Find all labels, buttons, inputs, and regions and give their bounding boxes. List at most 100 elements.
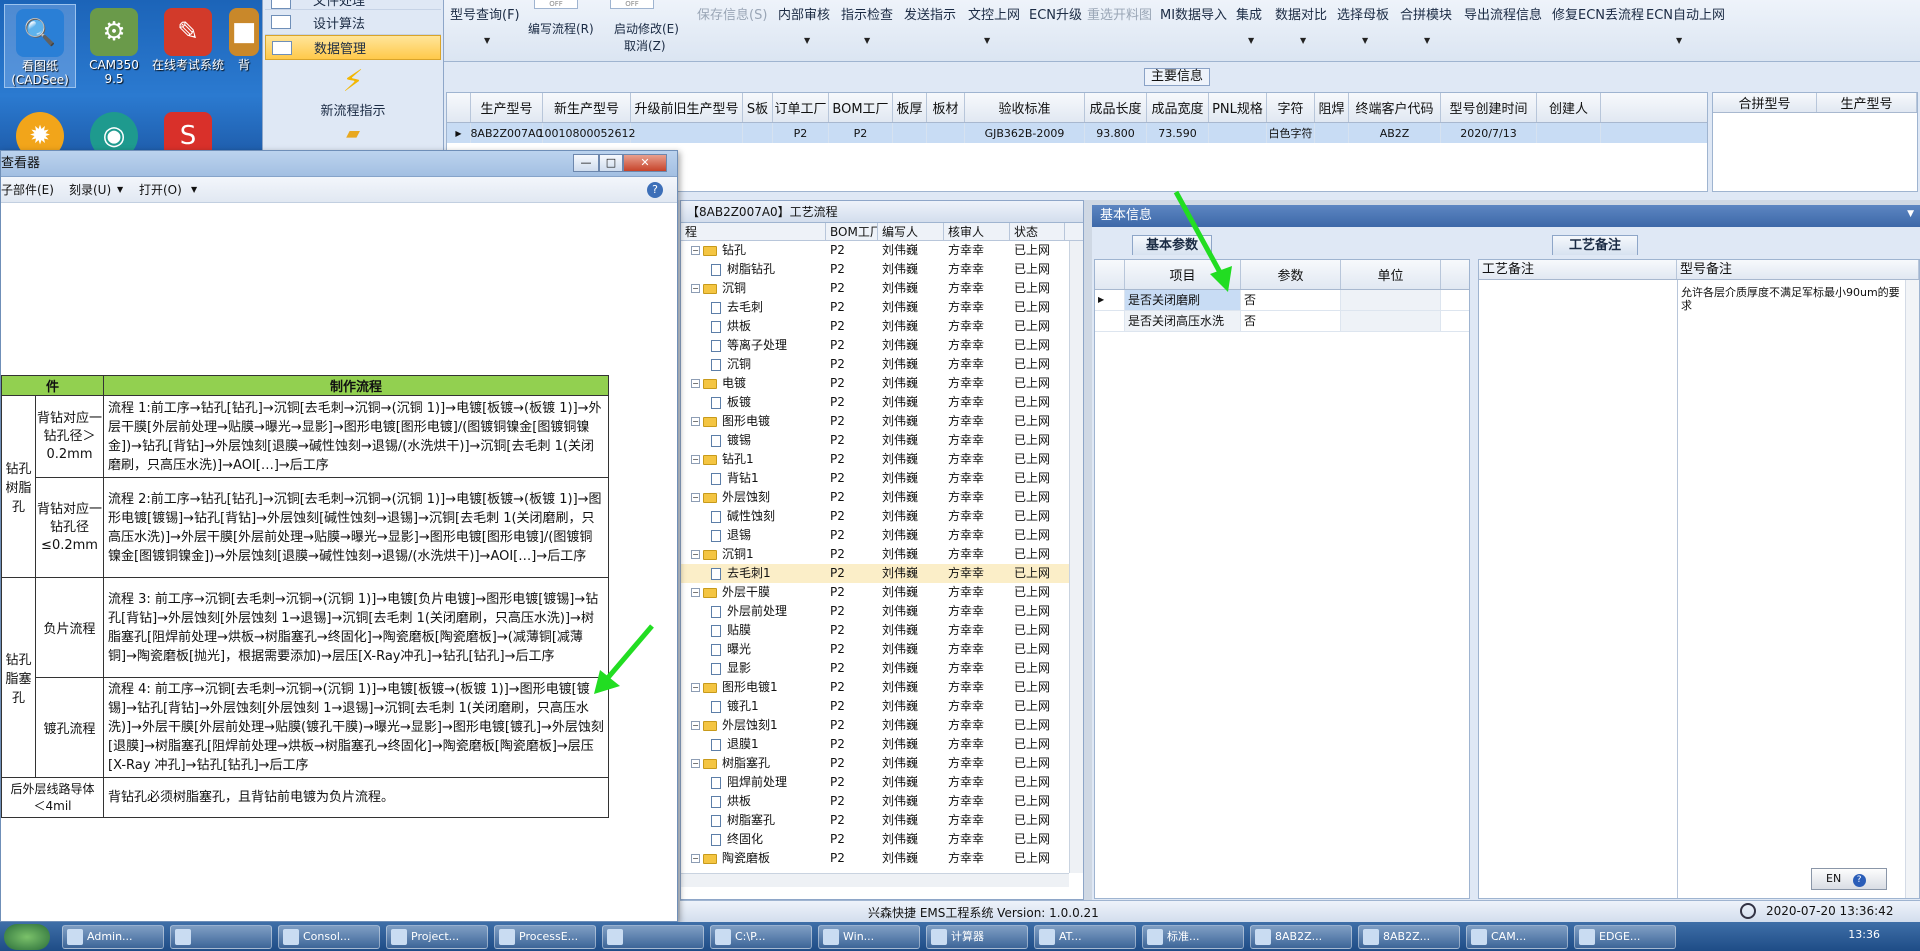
reviewer-cell[interactable]: 方幸幸 — [944, 735, 1010, 754]
process-row[interactable]: 碱性蚀刻 P2 刘伟巍 方幸幸 已上网 — [681, 507, 1083, 526]
taskbar-item[interactable]: 8AB2Z... — [1358, 925, 1460, 949]
writer-cell[interactable]: 刘伟巍 — [878, 735, 944, 754]
writer-cell[interactable]: 刘伟巍 — [878, 849, 944, 868]
writer-cell[interactable]: 刘伟巍 — [878, 754, 944, 773]
bom-cell[interactable]: P2 — [826, 469, 878, 488]
param-item[interactable]: 是否关闭高压水洗 — [1125, 311, 1241, 331]
status-cell[interactable]: 已上网 — [1010, 260, 1065, 279]
process-row[interactable]: − 陶瓷磨板 P2 刘伟巍 方幸幸 已上网 — [681, 849, 1083, 868]
process-row[interactable]: − 图形电镀1 P2 刘伟巍 方幸幸 已上网 — [681, 678, 1083, 697]
doc-online-button[interactable]: 文控上网 — [968, 4, 1020, 23]
status-cell[interactable]: 已上网 — [1010, 716, 1065, 735]
status-cell[interactable]: 已上网 — [1010, 355, 1065, 374]
tree-collapse-icon[interactable]: − — [691, 588, 700, 597]
model-remark-text[interactable]: 允许各层介质厚度不满足军标最小90um的要求 — [1681, 286, 1903, 312]
writer-cell[interactable]: 刘伟巍 — [878, 564, 944, 583]
process-name-cell[interactable]: − 外层蚀刻 — [681, 488, 826, 507]
taskbar-item[interactable]: Project... — [386, 925, 488, 949]
writer-cell[interactable]: 刘伟巍 — [878, 488, 944, 507]
status-cell[interactable]: 已上网 — [1010, 659, 1065, 678]
check-indication-button[interactable]: 指示检查 — [841, 4, 893, 23]
taskbar-item[interactable]: 计算器 — [926, 925, 1028, 949]
process-name-cell[interactable]: 去毛刺1 — [681, 564, 826, 583]
reviewer-cell[interactable]: 方幸幸 — [944, 298, 1010, 317]
sidebar-item-algorithm[interactable]: 设计算法 — [265, 10, 441, 35]
bom-cell[interactable]: P2 — [826, 716, 878, 735]
column-header[interactable]: 生产型号 — [471, 93, 543, 122]
desktop-icon-exam[interactable]: ✎ 在线考试系统 — [152, 4, 224, 88]
status-cell[interactable]: 已上网 — [1010, 488, 1065, 507]
tree-collapse-icon[interactable]: − — [691, 683, 700, 692]
menu-open[interactable]: 打开(O) — [139, 177, 182, 203]
process-name-cell[interactable]: − 图形电镀 — [681, 412, 826, 431]
desktop-icon-cam350[interactable]: ⚙ CAM350 9.5 — [78, 4, 150, 88]
taskbar-item[interactable]: AT... — [1034, 925, 1136, 949]
bom-cell[interactable]: P2 — [826, 507, 878, 526]
reviewer-cell[interactable]: 方幸幸 — [944, 507, 1010, 526]
process-row[interactable]: 板镀 P2 刘伟巍 方幸幸 已上网 — [681, 393, 1083, 412]
writer-cell[interactable]: 刘伟巍 — [878, 716, 944, 735]
bom-cell[interactable]: P2 — [826, 393, 878, 412]
bom-cell[interactable]: P2 — [826, 488, 878, 507]
reviewer-cell[interactable]: 方幸幸 — [944, 602, 1010, 621]
column-header[interactable]: 板材 — [927, 93, 965, 122]
process-row[interactable]: − 外层蚀刻 P2 刘伟巍 方幸幸 已上网 — [681, 488, 1083, 507]
reviewer-cell[interactable]: 方幸幸 — [944, 355, 1010, 374]
writer-cell[interactable]: 刘伟巍 — [878, 336, 944, 355]
horizontal-scrollbar[interactable] — [681, 873, 1069, 887]
writer-cell[interactable]: 刘伟巍 — [878, 393, 944, 412]
writer-cell[interactable]: 刘伟巍 — [878, 792, 944, 811]
process-name-cell[interactable]: − 电镀 — [681, 374, 826, 393]
bom-cell[interactable]: P2 — [826, 450, 878, 469]
status-cell[interactable]: 已上网 — [1010, 298, 1065, 317]
bom-cell[interactable]: P2 — [826, 602, 878, 621]
grid-cell[interactable] — [743, 123, 773, 143]
reviewer-cell[interactable]: 方幸幸 — [944, 583, 1010, 602]
writer-cell[interactable]: 刘伟巍 — [878, 298, 944, 317]
bom-cell[interactable]: P2 — [826, 621, 878, 640]
grid-cell[interactable] — [927, 123, 965, 143]
export-process-button[interactable]: 导出流程信息 — [1464, 4, 1542, 23]
sidebar-item-file[interactable]: 文件处理 — [265, 0, 441, 10]
grid-cell[interactable] — [1537, 123, 1601, 143]
bom-cell[interactable]: P2 — [826, 412, 878, 431]
status-cell[interactable]: 已上网 — [1010, 849, 1065, 868]
chevron-down-icon[interactable]: ▼ — [804, 36, 810, 45]
param-unit[interactable] — [1341, 311, 1441, 331]
chevron-down-icon[interactable]: ▼ — [191, 177, 197, 203]
process-row[interactable]: 阻焊前处理 P2 刘伟巍 方幸幸 已上网 — [681, 773, 1083, 792]
reviewer-cell[interactable]: 方幸幸 — [944, 450, 1010, 469]
param-unit[interactable] — [1341, 290, 1441, 310]
status-cell[interactable]: 已上网 — [1010, 431, 1065, 450]
tree-collapse-icon[interactable]: − — [691, 455, 700, 464]
taskbar-item[interactable]: EDGE... — [1574, 925, 1676, 949]
taskbar-item[interactable]: Admin... — [62, 925, 164, 949]
toggle-switch[interactable]: OFF — [610, 0, 654, 9]
writer-cell[interactable]: 刘伟巍 — [878, 279, 944, 298]
writer-cell[interactable]: 刘伟巍 — [878, 260, 944, 279]
process-row[interactable]: 树脂钻孔 P2 刘伟巍 方幸幸 已上网 — [681, 260, 1083, 279]
bom-cell[interactable]: P2 — [826, 298, 878, 317]
folder-button[interactable]: ▰ — [263, 125, 443, 143]
chevron-down-icon[interactable]: ▼ — [1907, 209, 1914, 219]
grid-cell[interactable]: GJB362B-2009 — [965, 123, 1085, 143]
grid-cell[interactable] — [631, 123, 743, 143]
chevron-down-icon[interactable]: ▼ — [1248, 36, 1254, 45]
bom-cell[interactable]: P2 — [826, 526, 878, 545]
column-header[interactable]: 生产型号 — [1817, 93, 1917, 112]
process-name-cell[interactable]: 显影 — [681, 659, 826, 678]
close-button[interactable]: ✕ — [623, 154, 667, 172]
reviewer-cell[interactable]: 方幸幸 — [944, 431, 1010, 450]
process-name-cell[interactable]: 贴膜 — [681, 621, 826, 640]
process-name-cell[interactable]: 阻焊前处理 — [681, 773, 826, 792]
status-cell[interactable]: 已上网 — [1010, 697, 1065, 716]
chevron-down-icon[interactable]: ▼ — [484, 36, 490, 45]
column-header[interactable]: 型号创建时间 — [1441, 93, 1537, 122]
process-name-cell[interactable]: 镀孔1 — [681, 697, 826, 716]
process-row[interactable]: 终固化 P2 刘伟巍 方幸幸 已上网 — [681, 830, 1083, 849]
ime-bar[interactable]: EN ? — [1811, 868, 1887, 890]
taskbar-item[interactable] — [170, 925, 272, 949]
bom-cell[interactable]: P2 — [826, 811, 878, 830]
column-header[interactable]: 验收标准 — [965, 93, 1085, 122]
process-row[interactable]: 显影 P2 刘伟巍 方幸幸 已上网 — [681, 659, 1083, 678]
